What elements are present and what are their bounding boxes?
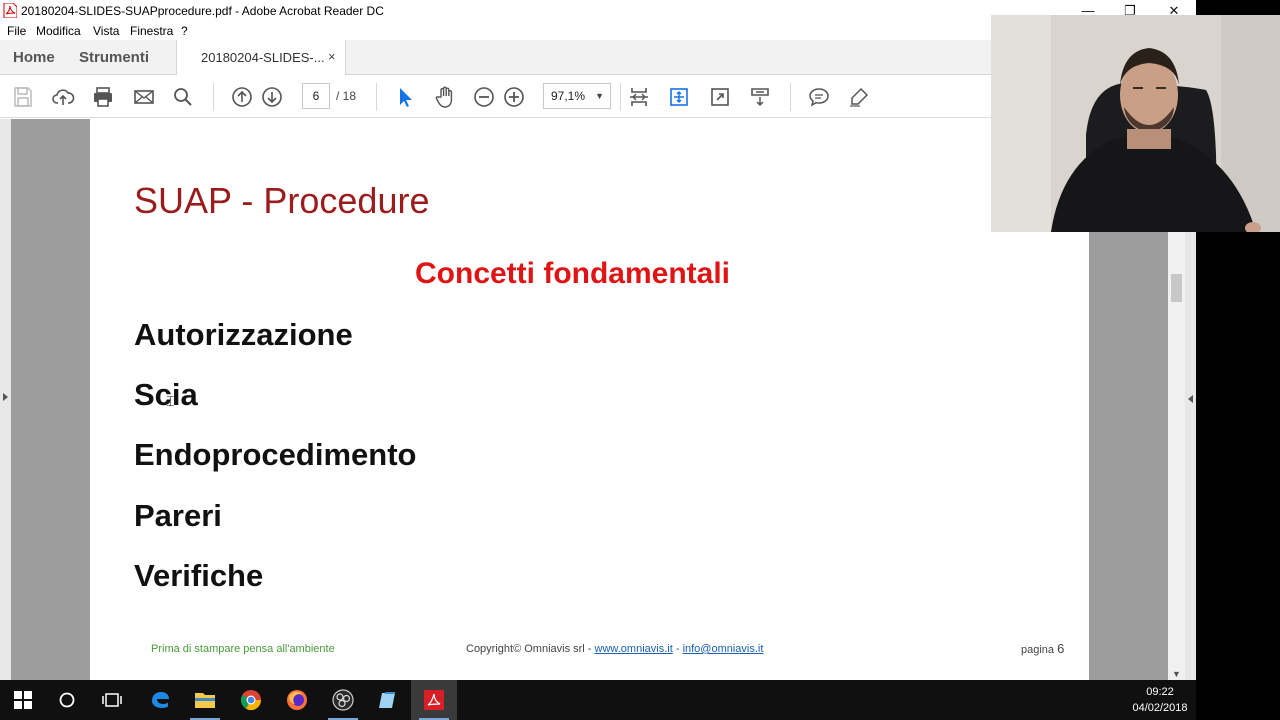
fit-page-icon[interactable] <box>626 84 652 110</box>
chrome-icon[interactable] <box>228 680 274 720</box>
page-number-input[interactable]: 6 <box>302 83 330 109</box>
chevron-down-icon: ▼ <box>595 91 604 101</box>
comment-icon[interactable] <box>806 84 832 110</box>
scroll-mode-icon[interactable] <box>666 84 692 110</box>
tab-strumenti[interactable]: Strumenti <box>79 49 149 66</box>
task-view-icon[interactable] <box>89 680 135 720</box>
zoom-select[interactable]: 97,1% ▼ <box>543 83 611 109</box>
system-clock[interactable]: 09:22 04/02/2018 <box>1120 684 1200 716</box>
term-pareri: Pareri <box>134 498 222 533</box>
window-title: 20180204-SLIDES-SUAPprocedure.pdf - Adob… <box>21 4 384 18</box>
screen: 20180204-SLIDES-SUAPprocedure.pdf - Adob… <box>0 0 1280 720</box>
slide-title: SUAP - Procedure <box>134 180 430 221</box>
search-icon[interactable] <box>44 680 90 720</box>
email-icon[interactable] <box>131 84 157 110</box>
zoom-out-icon[interactable] <box>471 84 497 110</box>
highlight-icon[interactable] <box>846 84 872 110</box>
pdf-page: SUAP - Procedure Concetti fondamentali A… <box>90 119 1089 680</box>
footer-page-label: pagina <box>1021 644 1058 656</box>
screen-edge <box>1196 232 1280 720</box>
notepad-icon[interactable] <box>365 680 411 720</box>
term-autorizzazione: Autorizzazione <box>134 317 353 352</box>
firefox-icon[interactable] <box>274 680 320 720</box>
prev-page-icon[interactable] <box>229 84 255 110</box>
scrollbar-thumb[interactable] <box>1171 274 1182 302</box>
left-panel-toggle[interactable] <box>0 119 11 680</box>
clock-date: 04/02/2018 <box>1132 702 1188 714</box>
toolbar-separator <box>620 83 621 111</box>
file-explorer-icon[interactable] <box>182 680 228 720</box>
menu-modifica[interactable]: Modifica <box>36 24 81 38</box>
webcam-person-image <box>991 15 1280 232</box>
next-page-icon[interactable] <box>259 84 285 110</box>
fullscreen-icon[interactable] <box>707 84 733 110</box>
menu-vista[interactable]: Vista <box>93 24 119 38</box>
page-total: / 18 <box>336 89 357 103</box>
close-tab-icon[interactable]: × <box>328 49 336 64</box>
edge-icon[interactable] <box>137 680 183 720</box>
footer-separator: - <box>672 643 683 655</box>
slide-subtitle: Concetti fondamentali <box>415 257 731 290</box>
acrobat-icon[interactable] <box>411 680 457 720</box>
zoom-in-icon[interactable] <box>501 84 527 110</box>
footer-email-link[interactable]: info@omniavis.it <box>683 643 764 655</box>
read-mode-icon[interactable] <box>747 84 773 110</box>
zoom-value: 97,1% <box>551 89 586 103</box>
select-cursor-icon[interactable] <box>392 84 418 110</box>
obs-icon[interactable] <box>320 680 366 720</box>
menu-finestra[interactable]: Finestra <box>130 24 173 38</box>
term-verifiche: Verifiche <box>134 558 264 593</box>
term-endoprocedimento: Endoprocedimento <box>134 437 417 472</box>
search-icon[interactable] <box>170 84 196 110</box>
tab-home[interactable]: Home <box>13 49 55 66</box>
toolbar-separator <box>213 83 214 111</box>
print-icon[interactable] <box>90 84 116 110</box>
scroll-down-icon[interactable]: ▼ <box>1172 669 1181 679</box>
menu-help[interactable]: ? <box>181 24 188 38</box>
pdf-file-icon <box>3 3 17 18</box>
footer-eco-note: Prima di stampare pensa all'ambiente <box>151 643 335 655</box>
menu-file[interactable]: File <box>7 24 26 38</box>
save-icon[interactable] <box>10 84 36 110</box>
upload-icon[interactable] <box>50 84 76 110</box>
hand-icon[interactable] <box>432 84 458 110</box>
tab-document-label: 20180204-SLIDES-... <box>201 50 325 65</box>
taskbar: 09:22 04/02/2018 <box>0 680 1196 720</box>
expand-left-icon <box>3 393 8 401</box>
toolbar-separator <box>790 83 791 111</box>
webcam-overlay <box>991 15 1280 232</box>
footer-page-number: pagina 6 <box>1021 641 1064 656</box>
tab-document[interactable]: 20180204-SLIDES-... × <box>176 40 346 75</box>
text-cursor-icon: ⌶ <box>166 393 175 409</box>
clock-time: 09:22 <box>1146 686 1174 698</box>
toolbar-separator <box>376 83 377 111</box>
windows-start-icon[interactable] <box>0 680 46 720</box>
footer-copyright: Copyright© Omniavis srl - www.omniavis.i… <box>466 643 763 655</box>
footer-copyright-text: Copyright© Omniavis srl - <box>466 643 595 655</box>
footer-website-link[interactable]: www.omniavis.it <box>595 643 673 655</box>
expand-right-icon <box>1188 395 1193 403</box>
footer-page-value: 6 <box>1057 641 1065 656</box>
